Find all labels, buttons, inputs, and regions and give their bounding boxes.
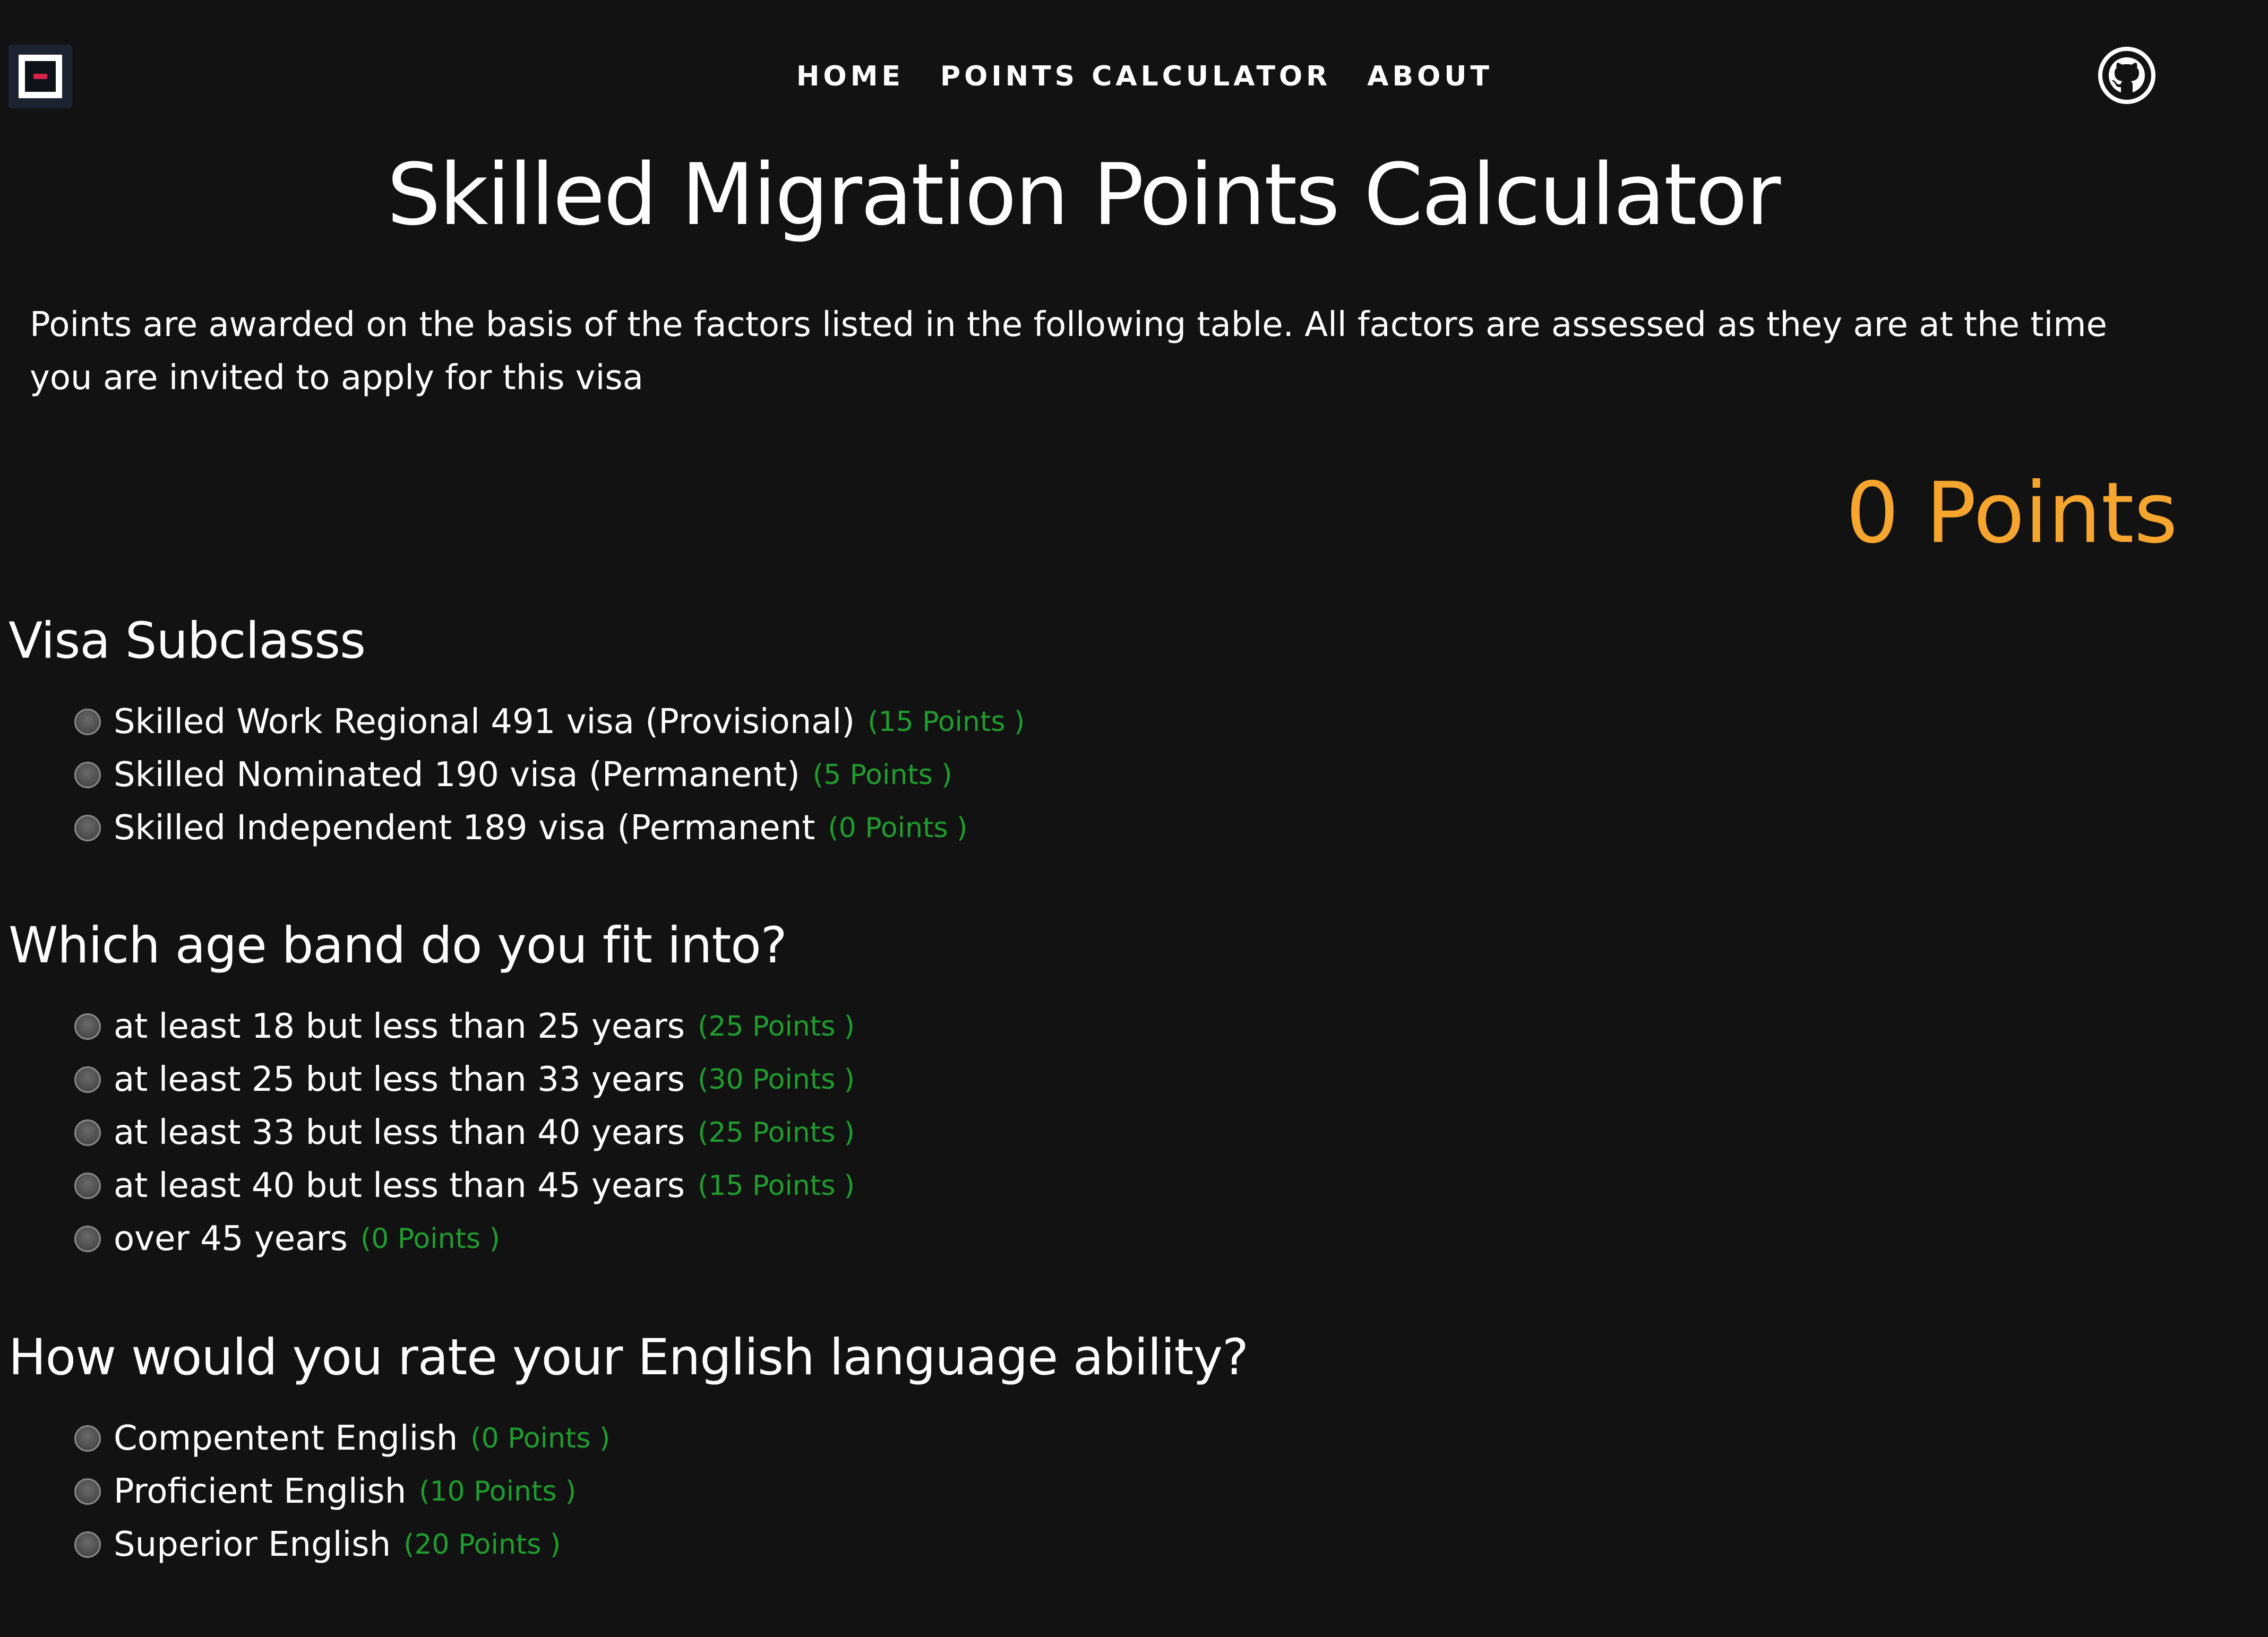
radio-button[interactable] — [74, 1013, 101, 1040]
radio-button[interactable] — [74, 709, 101, 735]
total-points-unit: Points — [1926, 464, 2178, 562]
option-points: (0 Points ) — [470, 1423, 611, 1454]
option-row[interactable]: at least 25 but less than 33 years (30 P… — [8, 1053, 855, 1106]
option-row[interactable]: Proficient English (10 Points ) — [8, 1465, 1248, 1518]
option-label: at least 18 but less than 25 years — [114, 1007, 685, 1046]
nav-about[interactable]: ABOUT — [1367, 57, 1493, 96]
age-options: at least 18 but less than 25 years (25 P… — [8, 1000, 855, 1265]
radio-button[interactable] — [74, 1066, 101, 1093]
page-title: Skilled Migration Points Calculator — [386, 145, 1781, 244]
option-row[interactable]: Skilled Work Regional 491 visa (Provisio… — [8, 695, 1025, 748]
page: HOME POINTS CALCULATOR ABOUT Skilled Mig… — [0, 0, 2268, 1637]
section-heading: Which age band do you fit into? — [8, 917, 787, 975]
option-points: (0 Points ) — [360, 1223, 500, 1255]
nav-points-calculator[interactable]: POINTS CALCULATOR — [940, 57, 1331, 96]
option-label: Proficient English — [114, 1472, 407, 1511]
option-points: (25 Points ) — [698, 1117, 855, 1149]
age-band-section: Which age band do you fit into? at least… — [8, 914, 855, 1265]
radio-button[interactable] — [74, 1119, 101, 1146]
english-options: Compentent English (0 Points ) Proficien… — [8, 1412, 1248, 1571]
main-nav: HOME POINTS CALCULATOR ABOUT — [0, 57, 2268, 96]
radio-button[interactable] — [74, 1425, 101, 1452]
option-row[interactable]: at least 40 but less than 45 years (15 P… — [8, 1159, 855, 1212]
github-icon[interactable] — [2097, 46, 2157, 105]
option-points: (15 Points ) — [867, 706, 1025, 738]
intro-text: Points are awarded on the basis of the f… — [30, 305, 2107, 398]
visa-options: Skilled Work Regional 491 visa (Provisio… — [8, 695, 1025, 855]
option-points: (20 Points ) — [403, 1529, 561, 1561]
option-row[interactable]: Superior English (20 Points ) — [8, 1518, 1248, 1571]
option-points: (15 Points ) — [698, 1170, 855, 1202]
option-label: Compentent English — [114, 1419, 458, 1458]
nav-home[interactable]: HOME — [796, 57, 904, 96]
option-points: (0 Points ) — [828, 812, 968, 844]
option-label: Superior English — [114, 1525, 391, 1564]
radio-button[interactable] — [74, 762, 101, 788]
english-ability-section: How would you rate your English language… — [8, 1326, 1249, 1571]
radio-button[interactable] — [74, 1478, 101, 1505]
total-points: 0 Points — [1846, 463, 2178, 564]
visa-subclass-section: Visa Subclasss Skilled Work Regional 491… — [8, 609, 1025, 855]
option-points: (25 Points ) — [698, 1011, 855, 1042]
option-row[interactable]: at least 33 but less than 40 years (25 P… — [8, 1106, 855, 1159]
option-row[interactable]: Skilled Nominated 190 visa (Permanent) (… — [8, 748, 1025, 802]
option-label: at least 25 but less than 33 years — [114, 1060, 685, 1099]
option-label: Skilled Work Regional 491 visa (Provisio… — [114, 702, 855, 742]
section-heading: Visa Subclasss — [8, 612, 366, 670]
option-label: at least 40 but less than 45 years — [114, 1166, 685, 1205]
radio-button[interactable] — [74, 1226, 101, 1252]
radio-button[interactable] — [74, 1173, 101, 1199]
section-heading: How would you rate your English language… — [8, 1329, 1249, 1386]
radio-button[interactable] — [74, 1531, 101, 1558]
option-label: Skilled Independent 189 visa (Permanent — [114, 808, 815, 848]
option-row[interactable]: Compentent English (0 Points ) — [8, 1412, 1248, 1465]
radio-button[interactable] — [74, 815, 101, 841]
option-label: at least 33 but less than 40 years — [114, 1113, 685, 1152]
option-label: over 45 years — [114, 1219, 348, 1259]
option-points: (5 Points ) — [812, 759, 952, 791]
option-row[interactable]: over 45 years (0 Points ) — [8, 1212, 855, 1265]
option-points: (10 Points ) — [419, 1476, 577, 1507]
option-label: Skilled Nominated 190 visa (Permanent) — [114, 755, 800, 795]
option-row[interactable]: at least 18 but less than 25 years (25 P… — [8, 1000, 855, 1053]
option-points: (30 Points ) — [698, 1064, 855, 1096]
option-row[interactable]: Skilled Independent 189 visa (Permanent … — [8, 802, 1025, 855]
total-points-value: 0 — [1845, 464, 1900, 562]
